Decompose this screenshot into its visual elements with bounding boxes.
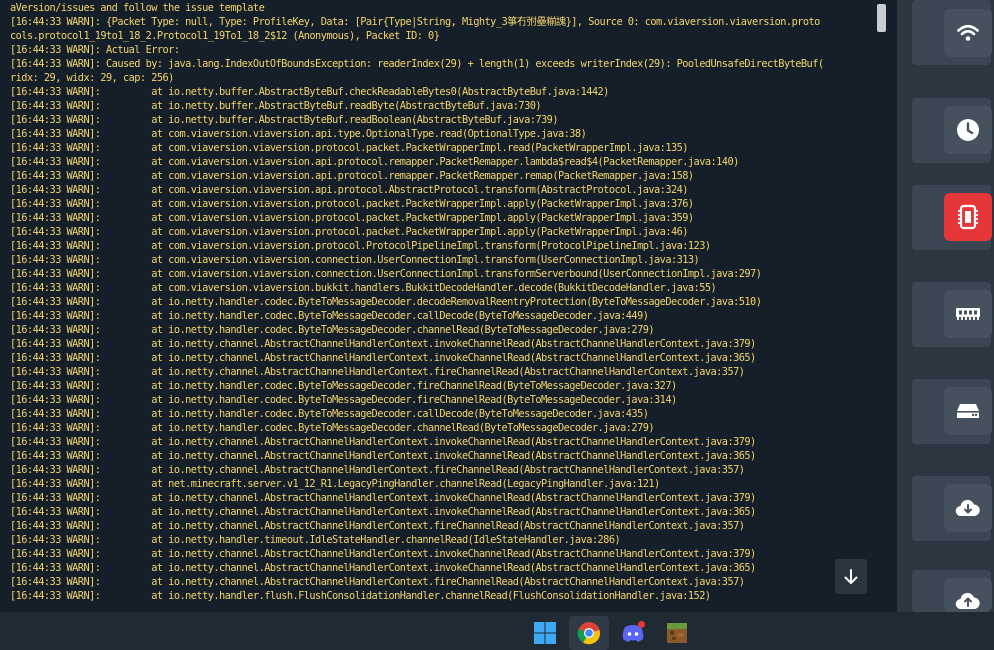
- console-line: [16:44:33 WARN]: at io.netty.channel.Abs…: [10, 436, 756, 448]
- console-line: [16:44:33 WARN]: at com.viaversion.viave…: [10, 212, 694, 224]
- arrow-down-icon: [844, 568, 858, 584]
- cpu-icon: [958, 204, 978, 230]
- console-line: [16:44:33 WARN]: at com.viaversion.viave…: [10, 128, 587, 140]
- console-line: [16:44:33 WARN]: at io.netty.buffer.Abst…: [10, 86, 609, 98]
- console-line: [16:44:33 WARN]: at io.netty.handler.cod…: [10, 310, 649, 322]
- console-line: [16:44:33 WARN]: at io.netty.channel.Abs…: [10, 506, 756, 518]
- console-line: [16:44:33 WARN]: at io.netty.channel.Abs…: [10, 520, 745, 532]
- storage-button[interactable]: [944, 387, 992, 435]
- minecraft-icon: [667, 623, 687, 643]
- console-line: [16:44:33 WARN]: at io.netty.handler.cod…: [10, 324, 655, 336]
- sidebar-item-uptime[interactable]: [912, 98, 992, 163]
- chrome-icon: [577, 622, 601, 645]
- console-line: [16:44:33 WARN]: at io.netty.channel.Abs…: [10, 366, 745, 378]
- console-line: cols.protocol1_19to1_18_2.Protocol1_19To…: [10, 30, 440, 42]
- console-line: [16:44:33 WARN]: Actual Error:: [10, 44, 180, 56]
- console-line: [16:44:33 WARN]: at io.netty.buffer.Abst…: [10, 100, 542, 112]
- console-line: aVersion/issues and follow the issue tem…: [10, 2, 265, 14]
- taskbar-app-discord[interactable]: [619, 619, 647, 647]
- console-line: [16:44:33 WARN]: at io.netty.channel.Abs…: [10, 562, 756, 574]
- uptime-button[interactable]: [944, 106, 992, 154]
- cloud-download-icon: [955, 499, 980, 517]
- console-line: [16:44:33 WARN]: at io.netty.handler.cod…: [10, 394, 677, 406]
- console-line: [16:44:33 WARN]: at com.viaversion.viave…: [10, 268, 762, 280]
- taskbar-app-minecraft[interactable]: [663, 619, 691, 647]
- start-button[interactable]: [531, 619, 559, 647]
- console-line: [16:44:33 WARN]: at io.netty.handler.cod…: [10, 296, 762, 308]
- sidebar-item-upload[interactable]: [912, 570, 992, 612]
- console-line: [16:44:33 WARN]: at com.viaversion.viave…: [10, 184, 688, 196]
- console-line: [16:44:33 WARN]: at io.netty.handler.cod…: [10, 422, 655, 434]
- storage-icon: [957, 404, 979, 418]
- console-line: [16:44:33 WARN]: at io.netty.buffer.Abst…: [10, 114, 559, 126]
- scroll-to-bottom-button[interactable]: [835, 559, 867, 594]
- clock-icon: [957, 119, 979, 141]
- console-line: [16:44:33 WARN]: at io.netty.handler.flu…: [10, 590, 711, 602]
- discord-icon: [622, 621, 645, 642]
- network-upload-button[interactable]: [944, 578, 992, 612]
- console-line: [16:44:33 WARN]: at io.netty.channel.Abs…: [10, 492, 756, 504]
- console-line: [16:44:33 WARN]: at io.netty.channel.Abs…: [10, 576, 745, 588]
- console-line: [16:44:33 WARN]: at io.netty.channel.Abs…: [10, 352, 756, 364]
- sidebar-item-storage[interactable]: [912, 379, 992, 444]
- console-line: [16:44:33 WARN]: at com.viaversion.viave…: [10, 156, 739, 168]
- cpu-button[interactable]: [944, 193, 992, 241]
- console-line: [16:44:33 WARN]: at com.viaversion.viave…: [10, 282, 717, 294]
- sidebar: [897, 0, 994, 612]
- console-scrollbar-thumb[interactable]: [877, 4, 886, 32]
- wifi-icon: [957, 24, 979, 41]
- console-line: [16:44:33 WARN]: at io.netty.handler.cod…: [10, 408, 649, 420]
- console-line: ridx: 29, widx: 29, cap: 256): [10, 72, 174, 84]
- memory-button[interactable]: [944, 290, 992, 338]
- console-line: [16:44:33 WARN]: at io.netty.handler.cod…: [10, 380, 677, 392]
- cloud-upload-icon: [955, 592, 980, 610]
- network-button[interactable]: [944, 9, 992, 57]
- sidebar-item-memory[interactable]: [912, 282, 992, 347]
- console-line: [16:44:33 WARN]: at io.netty.handler.tim…: [10, 534, 621, 546]
- windows-start-icon: [534, 622, 556, 644]
- taskbar: [0, 612, 994, 650]
- console-line: [16:44:33 WARN]: at io.netty.channel.Abs…: [10, 464, 745, 476]
- network-download-button[interactable]: [944, 484, 992, 532]
- console-line: [16:44:33 WARN]: at io.netty.channel.Abs…: [10, 548, 756, 560]
- console-line: [16:44:33 WARN]: at io.netty.channel.Abs…: [10, 338, 756, 350]
- console-line: [16:44:33 WARN]: at com.viaversion.viave…: [10, 142, 688, 154]
- console-log-lines: aVersion/issues and follow the issue tem…: [10, 1, 880, 603]
- console-line: [16:44:33 WARN]: at com.viaversion.viave…: [10, 170, 694, 182]
- console-line: [16:44:33 WARN]: {Packet Type: null, Typ…: [10, 16, 820, 28]
- console-line: [16:44:33 WARN]: at io.netty.channel.Abs…: [10, 450, 756, 462]
- sidebar-item-cpu[interactable]: [912, 185, 992, 250]
- sidebar-item-network[interactable]: [912, 0, 992, 65]
- sidebar-item-download[interactable]: [912, 476, 992, 541]
- console-line: [16:44:33 WARN]: at com.viaversion.viave…: [10, 198, 694, 210]
- memory-icon: [956, 308, 980, 320]
- taskbar-app-chrome[interactable]: [575, 619, 603, 647]
- console-line: [16:44:33 WARN]: at com.viaversion.viave…: [10, 254, 700, 266]
- console-line: [16:44:33 WARN]: Caused by: java.lang.In…: [10, 58, 824, 70]
- console-output[interactable]: aVersion/issues and follow the issue tem…: [0, 0, 897, 612]
- console-line: [16:44:33 WARN]: at com.viaversion.viave…: [10, 240, 711, 252]
- console-line: [16:44:33 WARN]: at net.minecraft.server…: [10, 478, 660, 490]
- console-line: [16:44:33 WARN]: at com.viaversion.viave…: [10, 226, 688, 238]
